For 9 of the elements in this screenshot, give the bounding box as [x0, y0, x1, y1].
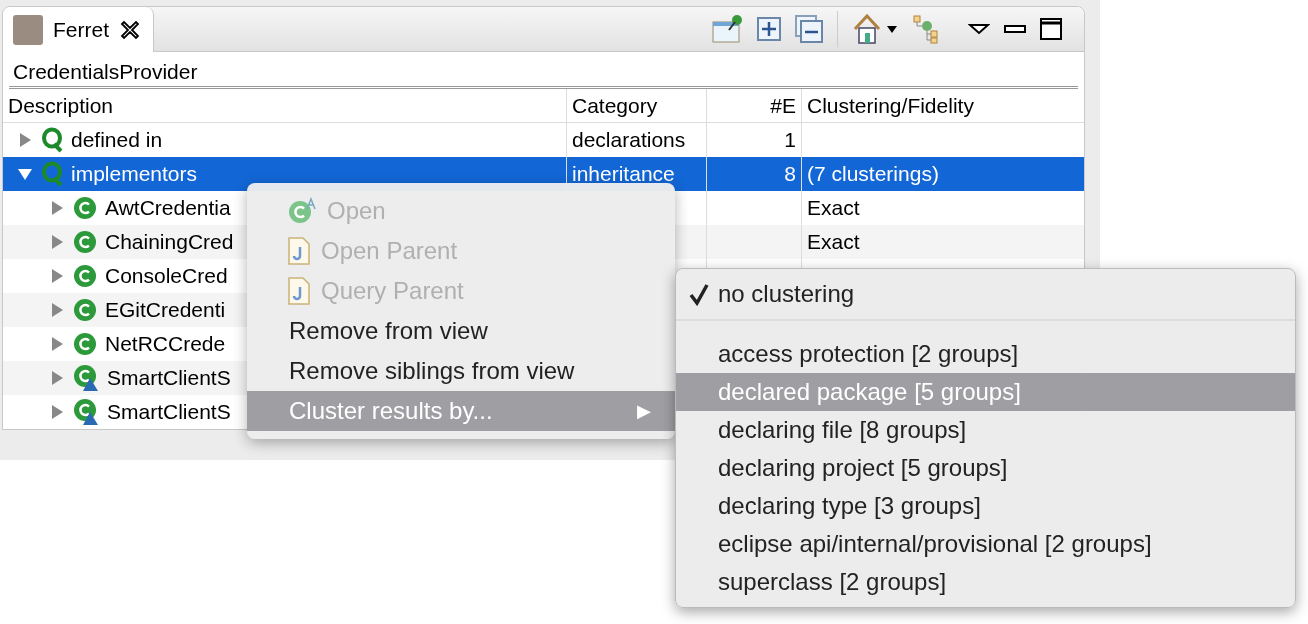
- category-cell-text: declarations: [572, 127, 686, 154]
- breadcrumb-label: CredentialsProvider: [13, 60, 198, 83]
- clustering-cell-text: (7 clusterings): [807, 161, 939, 188]
- clustering-cell-text: Exact: [807, 229, 860, 256]
- clustering-cell-text: Exact: [807, 195, 860, 222]
- tab-title: Ferret: [53, 16, 109, 43]
- category-cell-text: inheritance: [572, 161, 675, 188]
- count-cell-text: 8: [784, 161, 796, 188]
- count-cell-text: 1: [784, 127, 796, 154]
